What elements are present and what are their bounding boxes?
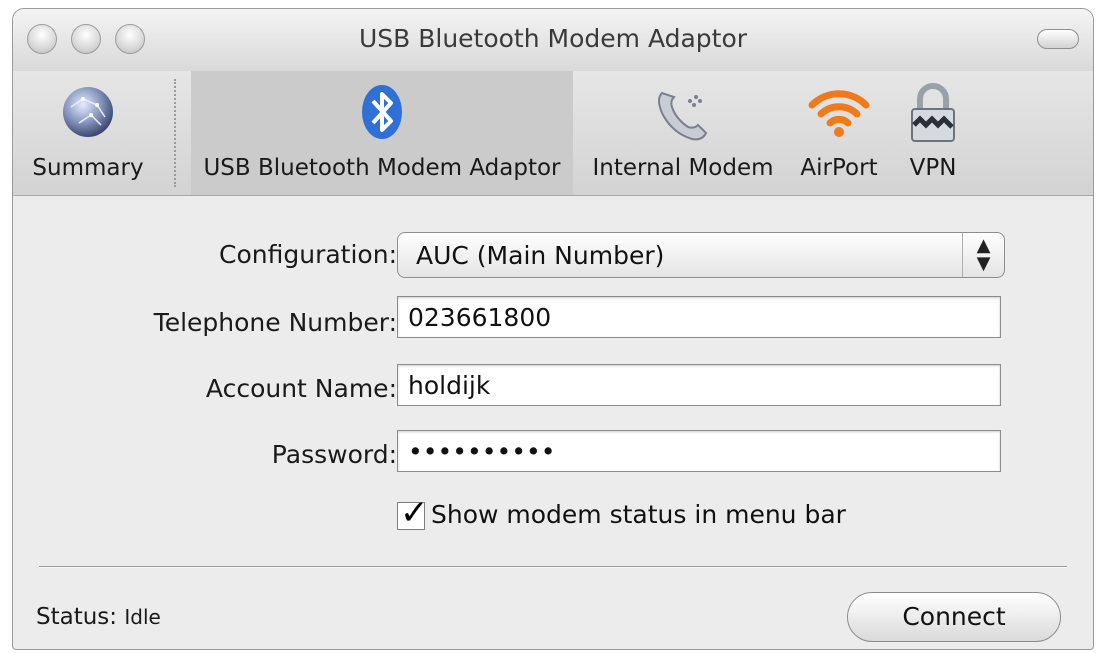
show-modem-status-checkbox[interactable]: ✓ Show modem status in menu bar [397, 493, 846, 533]
toolbar-item-internal-modem[interactable]: Internal Modem [577, 71, 789, 195]
toolbar-item-label: Summary [32, 155, 144, 181]
title-bar: USB Bluetooth Modem Adaptor [13, 9, 1093, 71]
toolbar-item-summary[interactable]: Summary [13, 71, 163, 195]
telephone-field[interactable]: 023661800 [397, 296, 1001, 338]
toolbar-item-label: VPN [909, 155, 957, 181]
checkmark-icon: ✓ [400, 493, 429, 533]
updown-arrows-icon: ▲ ▼ [962, 233, 1004, 277]
checkbox-box[interactable]: ✓ [397, 493, 429, 533]
globe-icon [63, 87, 113, 137]
toolbar-item-airport[interactable]: AirPort [789, 71, 889, 195]
configuration-value: AUC (Main Number) [416, 241, 665, 270]
show-modem-status-label: Show modem status in menu bar [431, 500, 846, 529]
configuration-select[interactable]: AUC (Main Number) ▲ ▼ [397, 232, 1005, 278]
content-panel: Configuration: AUC (Main Number) ▲ ▼ Tele… [13, 196, 1093, 649]
connect-button[interactable]: Connect [847, 592, 1061, 642]
toolbar-item-vpn[interactable]: VPN [893, 71, 973, 195]
toolbar-item-label: Internal Modem [592, 155, 774, 181]
toolbar-item-label: AirPort [800, 155, 878, 181]
account-name-field[interactable]: holdijk [397, 364, 1001, 406]
status-line: Status: Idle [36, 604, 161, 630]
toolbar-separator [174, 79, 176, 187]
configuration-label: Configuration: [219, 240, 397, 269]
wifi-icon [808, 90, 870, 137]
divider [39, 566, 1067, 568]
toolbar: Summary USB Bluetooth Modem Adaptor Inte… [13, 71, 1093, 196]
account-name-label: Account Name: [205, 374, 397, 403]
preferences-window: USB Bluetooth Modem Adaptor Summary USB … [12, 8, 1094, 650]
telephone-label: Telephone Number: [153, 308, 397, 337]
phone-icon [658, 91, 708, 141]
password-label: Password: [271, 440, 397, 469]
toolbar-item-usb-bluetooth[interactable]: USB Bluetooth Modem Adaptor [191, 71, 573, 195]
bluetooth-icon [362, 85, 402, 139]
password-field[interactable]: •••••••••• [397, 430, 1001, 472]
lock-icon [911, 83, 955, 142]
toolbar-toggle-button[interactable] [1037, 29, 1079, 49]
status-label: Status: [36, 604, 118, 630]
window-title: USB Bluetooth Modem Adaptor [358, 24, 748, 53]
toolbar-item-label: USB Bluetooth Modem Adaptor [203, 155, 561, 181]
status-value: Idle [124, 605, 161, 629]
